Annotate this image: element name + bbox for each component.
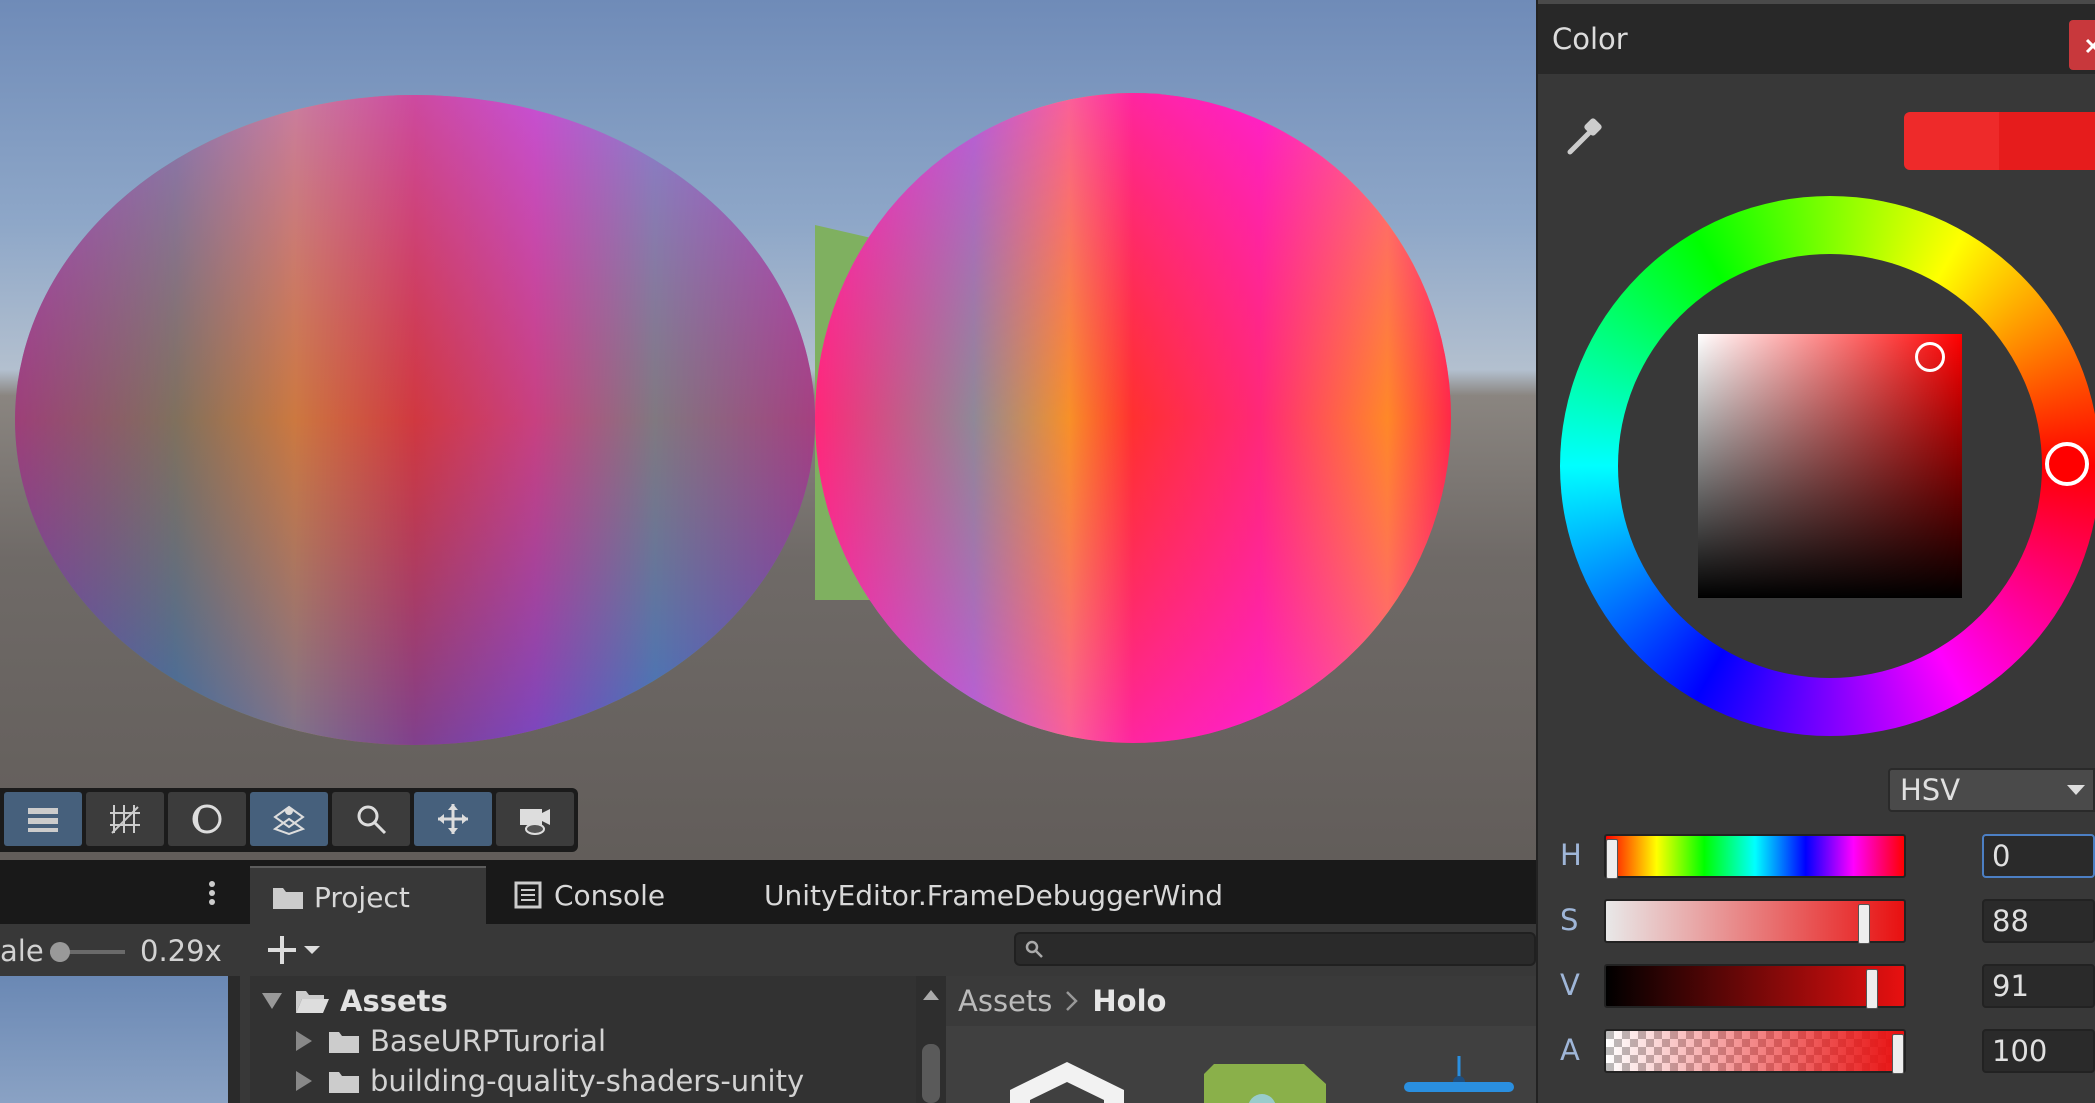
channel-value-field[interactable]: 88 bbox=[1982, 899, 2095, 943]
preview-divider bbox=[228, 976, 240, 1103]
gizmos-icon[interactable] bbox=[250, 792, 328, 846]
previous-color-swatch[interactable] bbox=[1999, 112, 2095, 170]
scale-label: ale bbox=[0, 934, 44, 968]
game-preview bbox=[0, 976, 228, 1103]
folder-icon bbox=[329, 1072, 359, 1093]
tree-scrollbar[interactable] bbox=[916, 976, 946, 1103]
move-tool-icon[interactable] bbox=[414, 792, 492, 846]
folder-icon bbox=[329, 1032, 359, 1053]
breadcrumb: Assets Holo bbox=[946, 976, 1536, 1026]
tab-console[interactable]: Console bbox=[510, 866, 700, 924]
channel-label: A bbox=[1560, 1033, 1580, 1067]
slider-handle[interactable] bbox=[1892, 1034, 1904, 1074]
console-icon bbox=[514, 881, 542, 909]
chevron-right-icon bbox=[296, 1071, 312, 1091]
layers-icon[interactable] bbox=[4, 792, 82, 846]
folder-icon bbox=[273, 888, 303, 909]
slider-handle[interactable] bbox=[1866, 969, 1878, 1009]
tab-project[interactable]: Project bbox=[250, 866, 486, 926]
channel-label: V bbox=[1560, 968, 1580, 1002]
tab-frame-debugger[interactable]: UnityEditor.FrameDebuggerWind bbox=[764, 866, 1223, 924]
assets-tree-label: Assets bbox=[340, 984, 448, 1018]
camera-visibility-icon[interactable] bbox=[496, 792, 574, 846]
color-window-titlebar: Color bbox=[1538, 0, 2095, 74]
channel-slider-h[interactable] bbox=[1604, 834, 1906, 879]
slider-handle[interactable] bbox=[1606, 839, 1618, 879]
channel-value-field[interactable]: 0 bbox=[1982, 834, 2095, 878]
unity-asset-icon[interactable] bbox=[1004, 1060, 1130, 1103]
assets-tree-item[interactable]: Assets bbox=[262, 984, 448, 1018]
color-mode-value: HSV bbox=[1900, 773, 1961, 807]
lighting-icon[interactable] bbox=[168, 792, 246, 846]
tree-item-building-quality-shaders[interactable]: building-quality-shaders-unity bbox=[296, 1064, 804, 1098]
grid-icon[interactable] bbox=[86, 792, 164, 846]
scene-render bbox=[15, 93, 1451, 745]
color-picker-window: Color HSV H 0 S 88 V 91 A 100 bbox=[1536, 0, 2095, 1103]
scale-value: 0.29x bbox=[140, 934, 222, 968]
tab-console-label: Console bbox=[554, 878, 666, 912]
scale-slider[interactable] bbox=[50, 940, 125, 964]
scene-toolbar bbox=[0, 788, 578, 852]
chevron-right-icon bbox=[1066, 991, 1079, 1011]
channel-label: H bbox=[1560, 838, 1582, 872]
hue-handle[interactable] bbox=[2045, 442, 2089, 486]
breadcrumb-root[interactable]: Assets bbox=[958, 984, 1052, 1018]
tab-frame-debugger-label: UnityEditor.FrameDebuggerWind bbox=[764, 878, 1223, 912]
saturation-value-handle[interactable] bbox=[1915, 342, 1945, 372]
prefab-asset-icon[interactable] bbox=[1400, 1056, 1518, 1103]
close-icon bbox=[2085, 38, 2095, 54]
scene-view[interactable] bbox=[0, 0, 1536, 860]
material-asset-icon[interactable] bbox=[1204, 1064, 1326, 1103]
chevron-right-icon bbox=[296, 1031, 312, 1051]
tree-item-label: BaseURPTurorial bbox=[370, 1024, 607, 1058]
search-input[interactable] bbox=[1014, 932, 1536, 966]
close-button[interactable] bbox=[2069, 20, 2095, 70]
channel-slider-v[interactable] bbox=[1604, 964, 1906, 1009]
channel-slider-a[interactable] bbox=[1604, 1029, 1906, 1074]
channel-value-field[interactable]: 100 bbox=[1982, 1029, 2095, 1073]
slider-handle[interactable] bbox=[1858, 904, 1870, 944]
search-icon bbox=[1025, 940, 1043, 958]
color-swatch[interactable] bbox=[1904, 112, 2095, 170]
breadcrumb-current[interactable]: Holo bbox=[1092, 984, 1166, 1018]
saturation-value-square[interactable] bbox=[1698, 334, 1962, 598]
more-options-icon[interactable] bbox=[204, 878, 220, 908]
color-mode-dropdown[interactable]: HSV bbox=[1888, 768, 2095, 812]
color-window-title: Color bbox=[1552, 22, 1628, 56]
tab-project-label: Project bbox=[314, 880, 410, 914]
channel-label: S bbox=[1560, 903, 1579, 937]
chevron-down-icon bbox=[262, 993, 282, 1009]
chevron-down-icon bbox=[2067, 785, 2085, 795]
channel-slider-s[interactable] bbox=[1604, 899, 1906, 944]
create-button[interactable] bbox=[266, 930, 330, 970]
open-folder-icon bbox=[296, 991, 329, 1013]
tree-item-label: building-quality-shaders-unity bbox=[370, 1064, 805, 1098]
current-color-swatch bbox=[1904, 112, 1999, 170]
search-icon[interactable] bbox=[332, 792, 410, 846]
tree-item-baseurp[interactable]: BaseURPTurorial bbox=[296, 1024, 606, 1058]
eyedropper-button[interactable] bbox=[1564, 114, 1608, 158]
channel-value-field[interactable]: 91 bbox=[1982, 964, 2095, 1008]
eyedropper-icon bbox=[1567, 118, 1602, 155]
